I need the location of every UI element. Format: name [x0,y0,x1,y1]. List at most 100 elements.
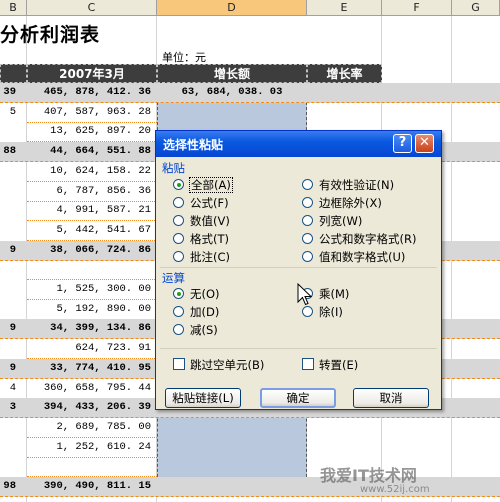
radio-icon[interactable] [302,306,313,317]
row-border [0,496,500,497]
table-cell[interactable]: 4 [0,379,22,398]
table-cell[interactable] [0,438,22,457]
table-cell[interactable] [0,418,22,437]
radio-icon[interactable] [302,251,313,262]
radio-icon[interactable] [173,179,184,190]
radio-icon[interactable] [173,251,184,262]
table-cell[interactable]: 10, 624, 158. 22 [27,162,157,181]
table-cell[interactable] [157,477,307,496]
table-cell[interactable]: 44, 664, 551. 88 [27,142,157,161]
table-cell[interactable]: 5, 192, 890. 00 [27,300,157,319]
cancel-button[interactable]: 取消 [353,388,429,408]
table-cell[interactable] [0,339,22,358]
radio-icon[interactable] [173,306,184,317]
column-header-g[interactable]: G [452,0,500,16]
table-cell[interactable] [157,438,307,457]
table-cell[interactable]: 5, 442, 541. 67 [27,221,157,240]
option-label: 减(S) [190,323,218,337]
table-cell[interactable]: 394, 433, 206. 39 [27,398,157,417]
header-cell-growth-rate[interactable]: 增长率 [307,64,382,83]
radio-icon[interactable] [302,179,313,190]
checkbox-icon[interactable] [173,358,185,370]
table-cell[interactable]: 1, 252, 610. 24 [27,438,157,457]
table-row[interactable]: 39 465, 878, 412. 36 63, 684, 038. 03 [0,83,500,103]
header-cell-2007-mar[interactable]: 2007年3月 [27,64,157,83]
table-cell[interactable] [0,457,22,476]
column-header-b[interactable]: B [0,0,27,16]
radio-icon[interactable] [173,197,184,208]
column-header-e[interactable]: E [307,0,382,16]
table-cell[interactable]: 6, 787, 856. 36 [27,182,157,201]
column-header-d[interactable]: D [157,0,307,16]
table-cell[interactable]: 39 [0,83,22,102]
radio-icon[interactable] [173,288,184,299]
ok-button[interactable]: 确定 [260,388,336,408]
table-cell[interactable]: 4, 991, 587. 21 [27,201,157,220]
sheet-title: 分析利润表 [0,24,101,46]
table-cell[interactable] [0,122,22,141]
checkbox-icon[interactable] [302,358,314,370]
table-cell[interactable]: 9 [0,241,22,260]
table-cell[interactable] [0,182,22,201]
table-cell[interactable] [157,103,307,122]
table-row[interactable] [0,457,500,478]
watermark-url: www.52ij.com [360,484,430,495]
column-header-c[interactable]: C [27,0,157,16]
radio-icon[interactable] [173,324,184,335]
table-cell[interactable] [0,221,22,240]
table-cell[interactable] [0,162,22,181]
table-row[interactable]: 1, 252, 610. 24 [0,438,500,458]
table-cell[interactable] [0,201,22,220]
table-cell[interactable]: 390, 490, 811. 15 [27,477,157,496]
dialog-title-bar[interactable]: 选择性粘贴 ? ✕ [156,131,441,157]
table-cell[interactable]: 63, 684, 038. 03 [157,83,307,102]
table-cell[interactable]: 34, 399, 134. 86 [27,319,157,338]
table-cell[interactable] [27,260,157,279]
option-label: 跳过空单元(B) [190,358,265,372]
table-cell[interactable]: 38, 066, 724. 86 [27,241,157,260]
help-button[interactable]: ? [393,134,412,153]
table-cell[interactable]: 9 [0,319,22,338]
header-cell-growth-amount[interactable]: 增长额 [157,64,307,83]
table-cell[interactable] [0,280,22,299]
table-row[interactable]: 5 407, 587, 963. 28 [0,103,500,123]
group-divider [160,267,437,268]
group-divider [160,348,437,349]
table-cell[interactable]: 13, 625, 897. 20 [27,122,157,141]
paste-link-button[interactable]: 粘贴链接(L) [165,388,241,408]
table-cell[interactable]: 2, 689, 785. 00 [27,418,157,437]
table-cell[interactable]: 3 [0,398,22,417]
option-label: 加(D) [190,305,220,319]
paste-group-label: 粘贴 [162,161,185,175]
radio-icon[interactable] [302,215,313,226]
table-cell[interactable]: 88 [0,142,22,161]
table-cell[interactable] [157,457,307,476]
watermark-text: 我爱IT技术网 [320,466,417,485]
close-button[interactable]: ✕ [415,134,434,153]
table-cell[interactable]: 360, 658, 795. 44 [27,379,157,398]
table-cell[interactable]: 98 [0,477,22,496]
header-cell-b[interactable] [0,64,27,83]
table-cell[interactable]: 624, 723. 91 [27,339,157,358]
option-label: 无(O) [190,287,220,301]
column-header-f[interactable]: F [382,0,452,16]
table-cell[interactable] [27,457,157,476]
table-row[interactable]: 2, 689, 785. 00 [0,418,500,438]
radio-icon[interactable] [302,233,313,244]
unit-label: 单位：元 [162,51,206,64]
table-cell[interactable]: 465, 878, 412. 36 [27,83,157,102]
table-cell[interactable]: 407, 587, 963. 28 [27,103,157,122]
table-cell[interactable]: 33, 774, 410. 95 [27,359,157,378]
table-cell[interactable]: 1, 525, 300. 00 [27,280,157,299]
paste-special-dialog[interactable]: 选择性粘贴 ? ✕ 粘贴 运算 全部(A) 公式(F) 数值(V) 格式(T) … [155,130,442,410]
radio-icon[interactable] [173,215,184,226]
table-cell[interactable] [0,260,22,279]
table-cell[interactable]: 9 [0,359,22,378]
table-cell[interactable] [157,418,307,437]
radio-icon[interactable] [302,197,313,208]
operation-group-label: 运算 [162,271,185,285]
dialog-title: 选择性粘贴 [163,138,224,152]
table-cell[interactable] [0,300,22,319]
radio-icon[interactable] [173,233,184,244]
table-cell[interactable]: 5 [0,103,22,122]
